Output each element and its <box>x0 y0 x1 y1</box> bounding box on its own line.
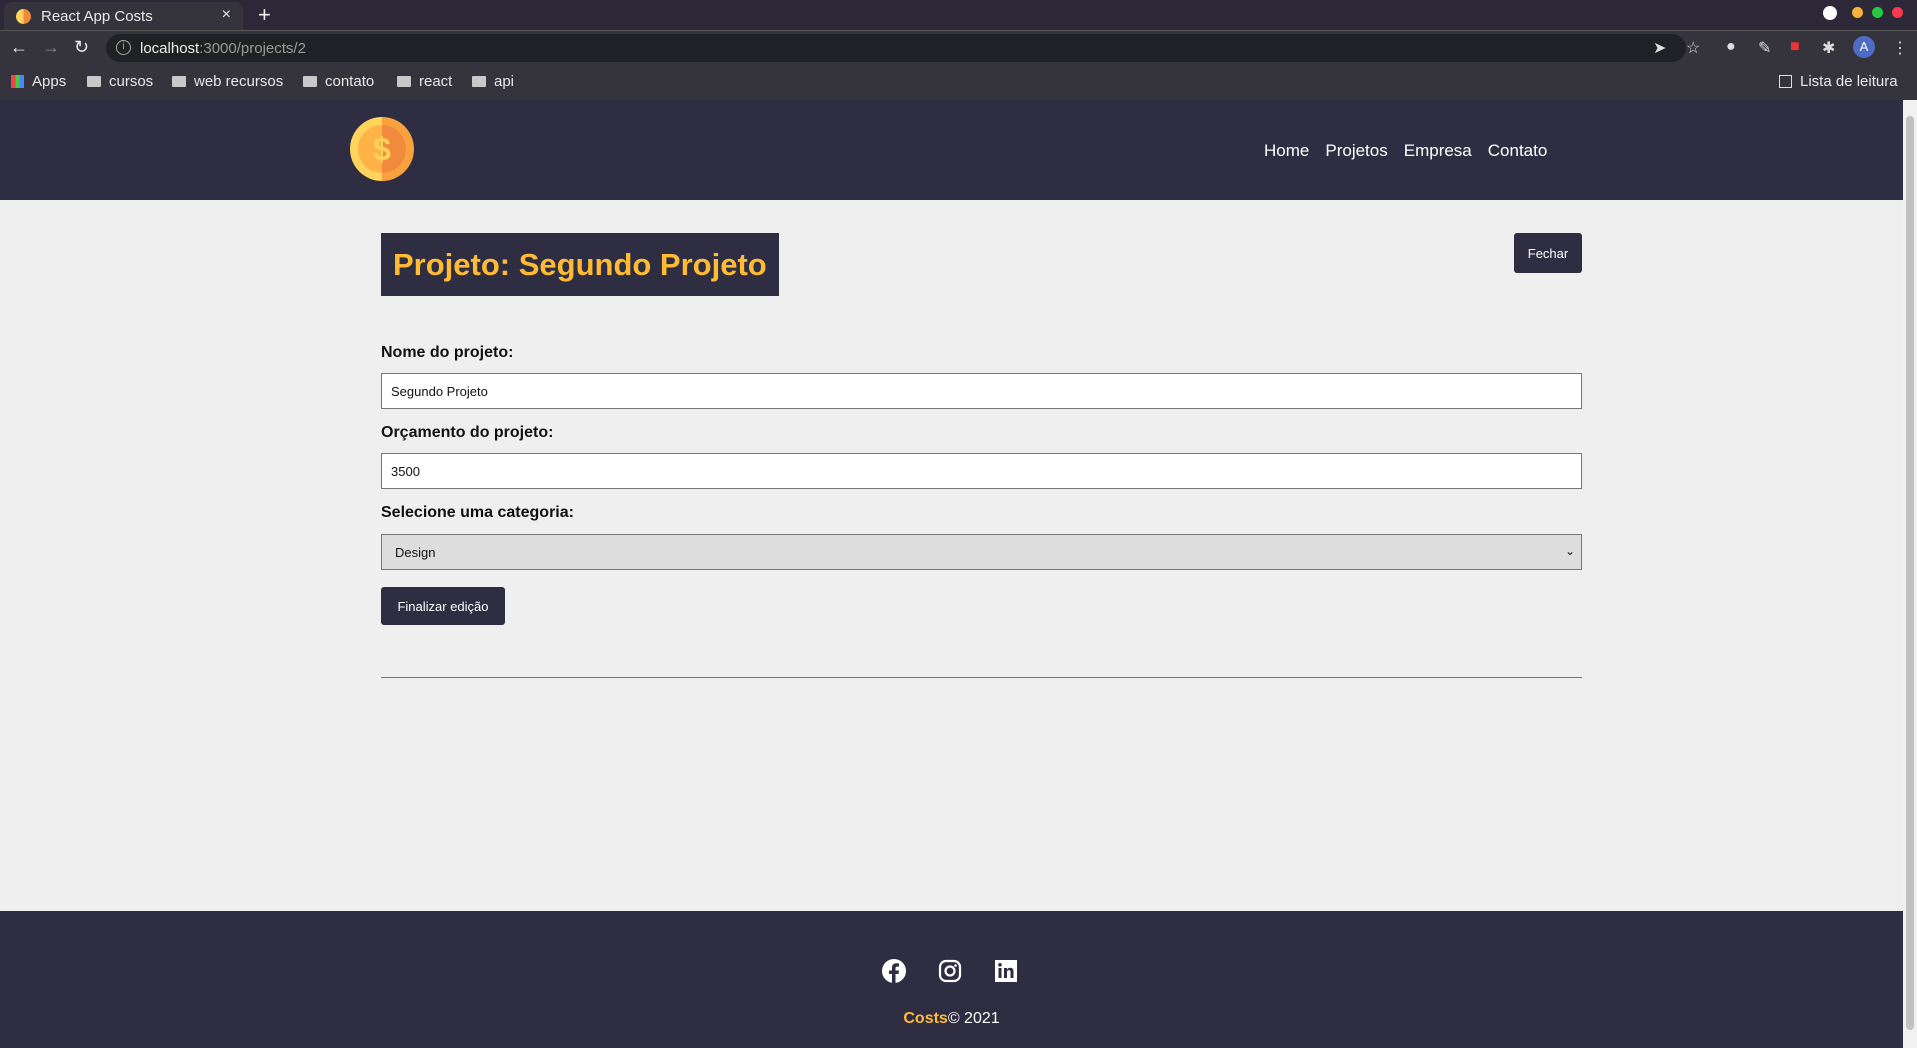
bookmark-react[interactable]: react <box>397 73 452 90</box>
close-button[interactable]: Fechar <box>1514 233 1582 273</box>
bookmark-label: web recursos <box>194 73 284 90</box>
reading-list-icon <box>1779 75 1792 88</box>
close-window-icon[interactable] <box>1892 7 1903 18</box>
bookmark-api[interactable]: api <box>472 73 514 90</box>
costs-logo[interactable]: $ <box>350 117 414 181</box>
bookmark-label: cursos <box>109 73 154 90</box>
footer-brand: Costs <box>903 1010 948 1027</box>
divider <box>381 677 1582 678</box>
tab-title: React App Costs <box>41 7 153 25</box>
budget-value: 3500 <box>391 463 420 479</box>
forward-icon[interactable]: → <box>42 37 60 58</box>
info-icon[interactable]: i <box>116 40 131 55</box>
profile-avatar[interactable]: A <box>1853 36 1875 58</box>
close-tab-icon[interactable]: × <box>222 6 231 24</box>
nav-empresa[interactable]: Empresa <box>1404 141 1472 161</box>
coin-favicon-icon <box>16 8 31 24</box>
instagram-icon[interactable] <box>938 959 962 983</box>
budget-input[interactable]: 3500 <box>381 453 1582 489</box>
page-scrollbar[interactable] <box>1903 100 1917 1048</box>
bookmark-web-recursos[interactable]: web recursos <box>172 73 283 90</box>
project-name-input[interactable]: Segundo Projeto <box>381 373 1582 409</box>
extensions-puzzle-icon[interactable]: ✱ <box>1822 38 1835 58</box>
tab-search-icon[interactable] <box>1823 6 1837 20</box>
site-header <box>0 100 1903 200</box>
category-select[interactable]: Design ⌄ <box>381 534 1582 570</box>
dollar-coin-icon: $ <box>358 125 406 173</box>
browser-tab[interactable]: React App Costs × <box>4 2 243 30</box>
send-icon[interactable]: ➤ <box>1653 38 1666 58</box>
chevron-down-icon: ⌄ <box>1564 544 1575 558</box>
bookmark-label: react <box>419 73 453 90</box>
menu-kebab-icon[interactable]: ⋮ <box>1892 38 1908 58</box>
page-title: Projeto: Segundo Projeto <box>381 233 779 296</box>
submit-edit-button[interactable]: Finalizar edição <box>381 587 505 625</box>
category-label: Selecione uma categoria: <box>381 504 574 521</box>
copyright: Costs© 2021 <box>0 1010 1903 1028</box>
linkedin-icon[interactable] <box>994 959 1018 983</box>
browser-tab-bar: React App Costs × + <box>0 0 1917 30</box>
bookmark-apps[interactable]: Apps <box>11 73 66 90</box>
nav-projetos[interactable]: Projetos <box>1325 141 1387 161</box>
tomato-extension-icon[interactable]: ● <box>1726 38 1736 56</box>
bookmark-star-icon[interactable]: ☆ <box>1686 38 1700 58</box>
minimize-icon[interactable] <box>1852 7 1863 18</box>
nav-contato[interactable]: Contato <box>1488 141 1548 161</box>
folder-icon <box>172 76 186 87</box>
reading-list-label: Lista de leitura <box>1800 73 1898 90</box>
maximize-icon[interactable] <box>1872 7 1883 18</box>
facebook-icon[interactable] <box>882 959 906 983</box>
bookmark-label: api <box>494 73 515 90</box>
reading-list[interactable]: Lista de leitura <box>1779 73 1898 90</box>
folder-icon <box>472 76 486 87</box>
browser-toolbar: ← → ↻ i localhost:3000/projects/2 ➤ ☆ ● … <box>0 30 1917 64</box>
bookmark-cursos[interactable]: cursos <box>87 73 153 90</box>
budget-label: Orçamento do projeto: <box>381 424 554 441</box>
folder-icon <box>303 76 317 87</box>
new-tab-icon[interactable]: + <box>258 2 271 28</box>
project-name-value: Segundo Projeto <box>391 383 488 399</box>
footer-copyright: © 2021 <box>947 1010 1000 1027</box>
bookmark-label: Apps <box>32 73 67 90</box>
back-icon[interactable]: ← <box>10 37 28 58</box>
apps-grid-icon <box>11 75 24 88</box>
reload-icon[interactable]: ↻ <box>74 37 89 58</box>
color-picker-extension-icon[interactable]: ✎ <box>1758 38 1771 58</box>
bookmark-label: contato <box>325 73 375 90</box>
url-path: :3000/projects/2 <box>199 39 306 57</box>
scrollbar-thumb[interactable] <box>1906 116 1914 1030</box>
bookmarks-bar: Apps cursos web recursos contato react a… <box>0 64 1917 100</box>
category-value: Design <box>395 544 436 560</box>
folder-icon <box>397 76 411 87</box>
nav-home[interactable]: Home <box>1264 141 1309 161</box>
folder-icon <box>87 76 101 87</box>
bookmark-contato[interactable]: contato <box>303 73 374 90</box>
address-bar[interactable]: i localhost:3000/projects/2 ➤ ☆ <box>106 34 1700 62</box>
url-host: localhost <box>140 39 200 57</box>
react-devtools-extension-icon[interactable]: ■ <box>1790 38 1800 56</box>
name-label: Nome do projeto: <box>381 344 514 361</box>
main-nav: Home Projetos Empresa Contato <box>1264 141 1547 161</box>
